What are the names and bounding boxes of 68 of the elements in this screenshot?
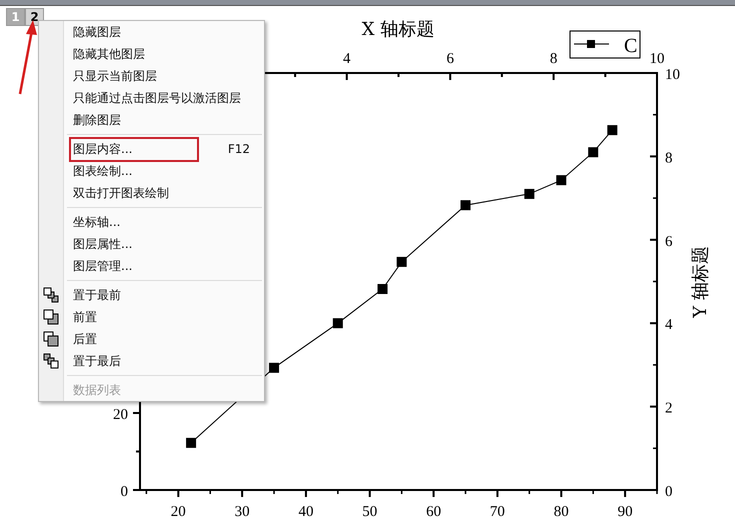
y-tick-label: 0 — [665, 484, 672, 500]
x-tick-label: 60 — [426, 504, 442, 520]
top-tick-label: 10 — [650, 51, 664, 67]
menu-item-label: 置于最前 — [72, 286, 122, 304]
menu-item-label: 置于最后 — [72, 352, 122, 370]
menu-item[interactable]: 坐标轴... — [39, 211, 264, 233]
menu-item-label: 双击打开图表绘制 — [72, 184, 170, 202]
menu-item[interactable]: 删除图层 — [39, 109, 264, 131]
x-tick-label: 70 — [490, 504, 505, 520]
menu-item-label: 图层内容... — [69, 136, 199, 162]
data-point — [556, 175, 566, 186]
menu-item-label: 图层管理... — [72, 258, 134, 274]
menu-item[interactable]: 置于最后 — [39, 350, 264, 372]
menu-item-label: 数据列表 — [72, 382, 122, 398]
x-axis-title: X 轴标题 — [362, 19, 434, 40]
data-point — [186, 438, 196, 448]
menu-item-label: 隐藏其他图层 — [72, 46, 146, 62]
data-point — [588, 147, 598, 158]
y-tick-label: 2 — [665, 400, 672, 417]
top-tick-label: 6 — [446, 51, 454, 67]
menu-item-label: 坐标轴... — [72, 214, 122, 230]
menu-item[interactable]: 置于最前 — [39, 284, 264, 306]
shortcut-label: F12 — [228, 142, 250, 156]
menu-item-label: 图表绘制... — [72, 162, 134, 180]
data-point — [378, 284, 388, 294]
y-tick-label: 10 — [665, 67, 680, 83]
menu-item[interactable]: 图层属性... — [39, 233, 264, 255]
x-tick-label: 90 — [618, 504, 633, 520]
send-to-back-icon — [43, 353, 59, 369]
y-tick-label: 6 — [665, 234, 672, 250]
bring-to-front-icon — [43, 287, 59, 303]
menu-item[interactable]: 图层内容... F12 — [39, 138, 264, 160]
data-point — [607, 125, 618, 136]
data-point — [460, 200, 471, 210]
x-tick-label: 40 — [298, 504, 314, 520]
data-point — [332, 318, 343, 328]
y-tick-label: 4 — [665, 317, 672, 334]
left-tick-label: 20 — [113, 407, 128, 423]
menu-item[interactable]: 图层管理... — [39, 255, 264, 277]
left-tick-label: 0 — [120, 484, 128, 500]
x-tick-label: 20 — [170, 504, 186, 520]
menu-item-label: 后置 — [72, 330, 98, 348]
menu-item[interactable]: 图表绘制... — [39, 160, 264, 182]
menu-item-label: 只显示当前图层 — [72, 68, 158, 84]
menu-item[interactable]: 只显示当前图层 — [39, 65, 264, 87]
x-tick-label: 80 — [554, 504, 569, 520]
data-point — [396, 256, 407, 267]
menu-item-label: 前置 — [72, 308, 98, 326]
send-backward-icon — [43, 331, 59, 347]
menu-item[interactable]: 只能通过点击图层号以激活图层 — [39, 87, 264, 109]
menu-item-label: 删除图层 — [72, 112, 122, 128]
x-tick-label: 30 — [234, 504, 250, 520]
menu-item[interactable]: 隐藏其他图层 — [39, 43, 264, 65]
menu-item[interactable]: 前置 — [39, 306, 264, 328]
y-tick-label: 8 — [665, 150, 672, 166]
menu-item[interactable]: 后置 — [39, 328, 264, 350]
legend-label: C — [624, 35, 638, 57]
top-tick-label: 8 — [550, 51, 558, 67]
menu-item-label: 图层属性... — [72, 236, 134, 252]
menu-item-label: 只能通过点击图层号以激活图层 — [72, 90, 242, 106]
menu-item-label: 隐藏图层 — [72, 24, 122, 40]
data-point — [524, 188, 534, 199]
y-axis-title: Y 轴标题 — [690, 246, 711, 318]
menu-item[interactable]: 双击打开图表绘制 — [39, 182, 264, 204]
top-tick-label: 4 — [343, 51, 351, 67]
x-tick-label: 50 — [362, 504, 378, 520]
bring-forward-icon — [43, 309, 59, 325]
data-point — [269, 362, 280, 373]
